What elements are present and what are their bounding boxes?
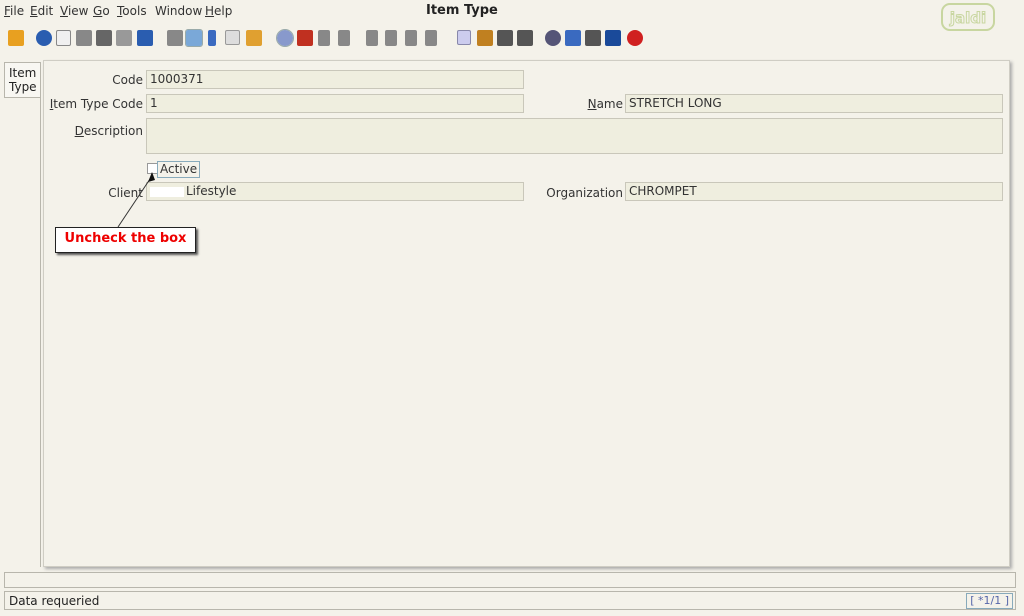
status-divider: [4, 572, 1016, 588]
status-message: Data requeried: [9, 594, 100, 608]
record-indicator[interactable]: [ *1/1 ]: [966, 593, 1013, 609]
annotation-arrow: [117, 172, 155, 228]
status-bar: Data requeried [ *1/1 ]: [4, 591, 1016, 610]
annotation-callout: Uncheck the box: [55, 227, 196, 253]
